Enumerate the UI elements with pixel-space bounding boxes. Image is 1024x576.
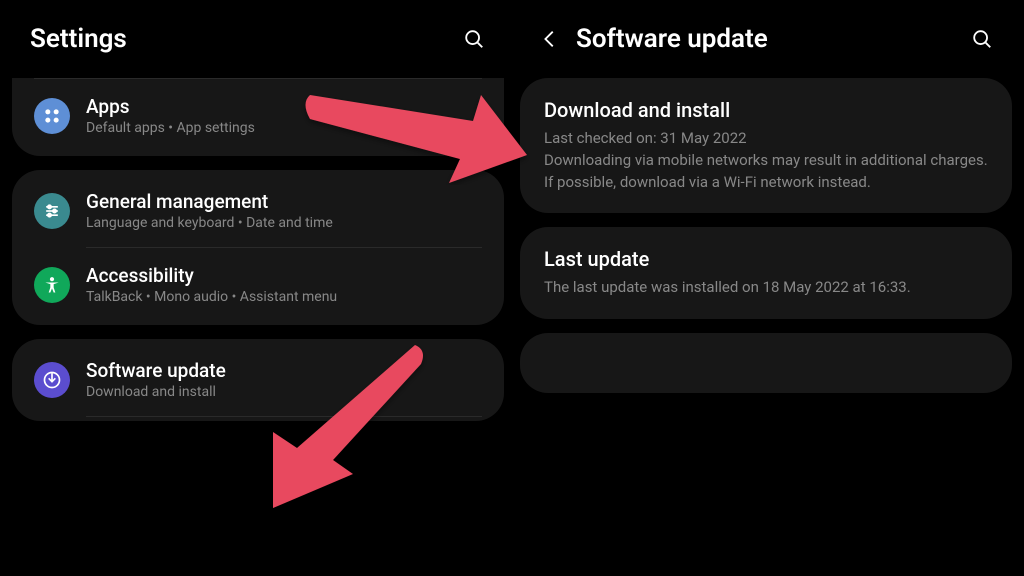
search-icon[interactable] bbox=[970, 27, 994, 51]
apps-subtitle: Default apps • App settings bbox=[86, 120, 482, 136]
settings-title: Settings bbox=[30, 24, 127, 54]
last-update-item[interactable]: Last update The last update was installe… bbox=[520, 227, 1012, 319]
accessibility-title: Accessibility bbox=[86, 264, 482, 287]
search-icon[interactable] bbox=[462, 27, 486, 51]
software-subtitle: Download and install bbox=[86, 384, 482, 400]
settings-item-accessibility[interactable]: Accessibility TalkBack • Mono audio • As… bbox=[12, 248, 504, 321]
software-update-header: Software update bbox=[520, 16, 1012, 78]
apps-card: Apps Default apps • App settings bbox=[12, 78, 504, 156]
accessibility-subtitle: TalkBack • Mono audio • Assistant menu bbox=[86, 289, 482, 305]
settings-item-software-update[interactable]: Software update Download and install bbox=[12, 343, 504, 416]
settings-sliders-icon bbox=[34, 193, 70, 229]
apps-title: Apps bbox=[86, 95, 482, 118]
download-body: Last checked on: 31 May 2022 Downloading… bbox=[544, 128, 988, 193]
software-update-icon bbox=[34, 362, 70, 398]
software-title: Software update bbox=[86, 359, 482, 382]
accessibility-icon bbox=[34, 267, 70, 303]
settings-item-apps[interactable]: Apps Default apps • App settings bbox=[12, 79, 504, 152]
download-and-install-item[interactable]: Download and install Last checked on: 31… bbox=[520, 78, 1012, 213]
extra-card bbox=[520, 333, 1012, 393]
software-update-panel: Software update Download and install Las… bbox=[512, 0, 1024, 576]
general-subtitle: Language and keyboard • Date and time bbox=[86, 215, 482, 231]
last-update-body: The last update was installed on 18 May … bbox=[544, 277, 988, 299]
software-card: Software update Download and install bbox=[12, 339, 504, 421]
download-title: Download and install bbox=[544, 98, 988, 122]
apps-icon bbox=[34, 98, 70, 134]
general-card: General management Language and keyboard… bbox=[12, 170, 504, 325]
settings-panel: Settings Apps Default apps • App setting… bbox=[0, 0, 512, 576]
last-update-title: Last update bbox=[544, 247, 988, 271]
general-title: General management bbox=[86, 190, 482, 213]
settings-header: Settings bbox=[12, 16, 504, 78]
settings-item-general-management[interactable]: General management Language and keyboard… bbox=[12, 174, 504, 247]
software-update-page-title: Software update bbox=[576, 24, 768, 54]
back-icon[interactable] bbox=[538, 27, 562, 51]
